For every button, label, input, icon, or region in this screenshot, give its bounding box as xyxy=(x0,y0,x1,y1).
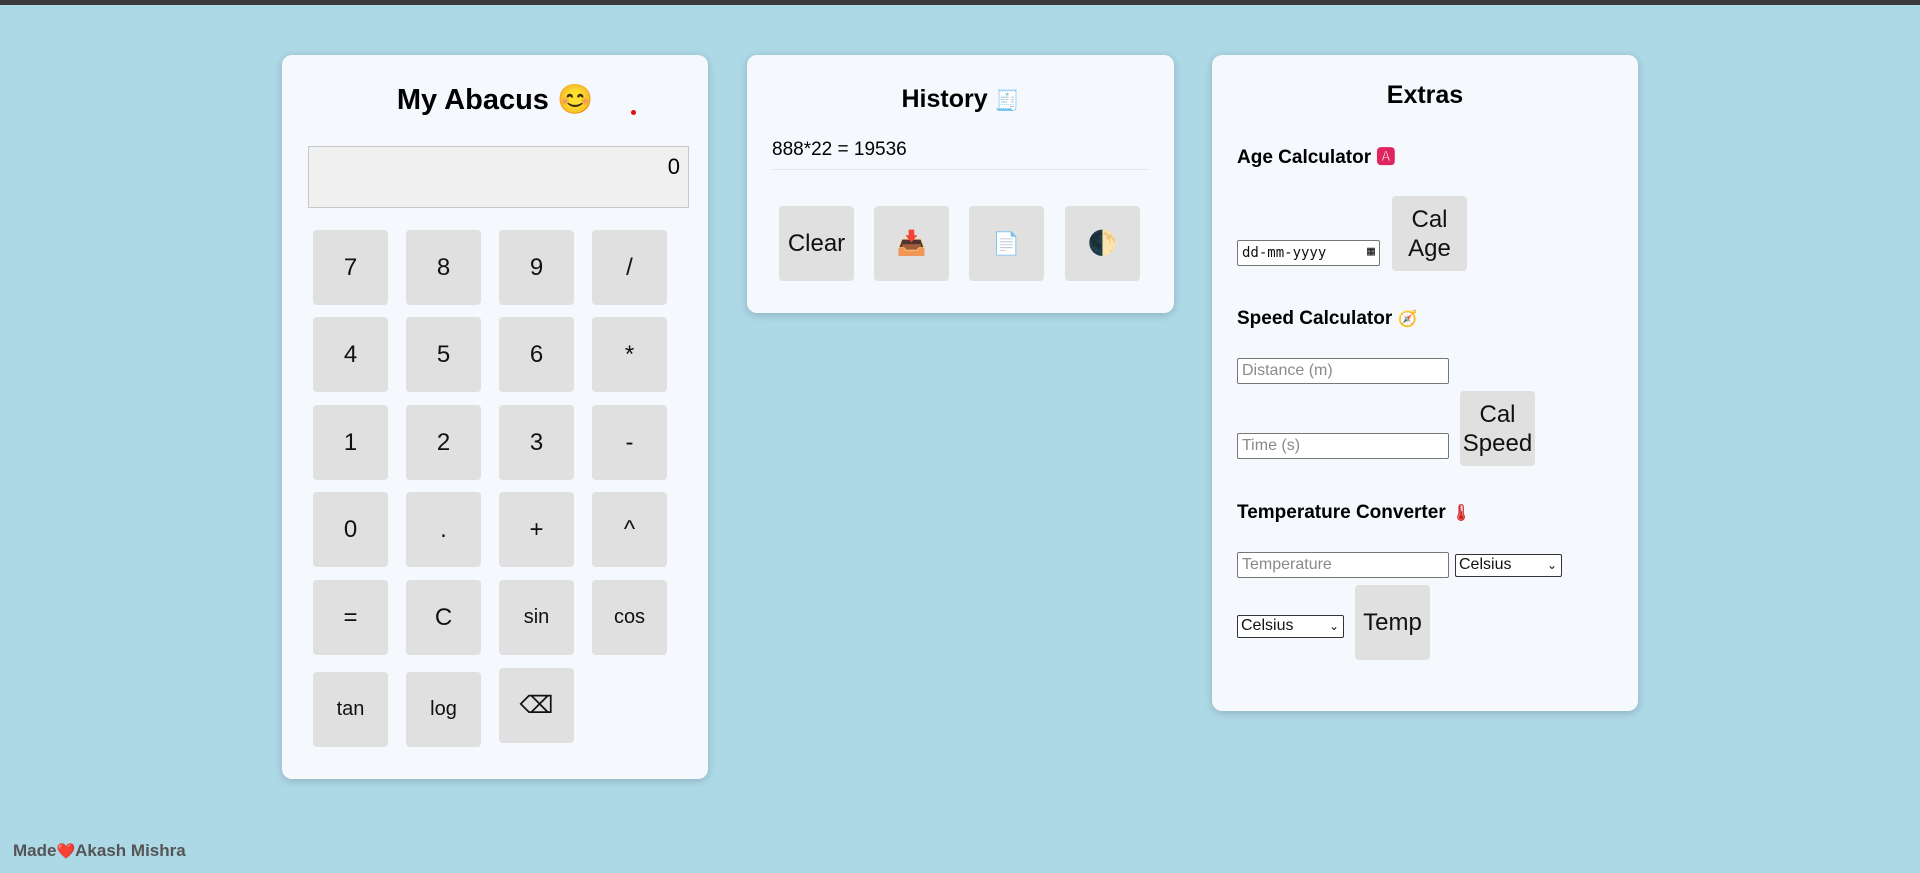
key-power[interactable]: ^ xyxy=(592,492,667,567)
key-7[interactable]: 7 xyxy=(313,230,388,305)
key-backspace[interactable]: ⌫ xyxy=(499,668,574,743)
key-4[interactable]: 4 xyxy=(313,317,388,392)
calculate-age-button[interactable]: Cal Age xyxy=(1392,196,1467,271)
key-add[interactable]: + xyxy=(499,492,574,567)
key-6[interactable]: 6 xyxy=(499,317,574,392)
key-equals[interactable]: = xyxy=(313,580,388,655)
calendar-icon: ▦ xyxy=(1367,244,1375,259)
convert-temperature-button[interactable]: Temp xyxy=(1355,585,1430,660)
thermometer-icon: 🌡 xyxy=(1451,505,1472,522)
key-log[interactable]: log xyxy=(406,672,481,747)
chevron-down-icon: ⌄ xyxy=(1546,558,1557,572)
clear-history-button[interactable]: Clear xyxy=(779,206,854,281)
receipt-icon: 🧾 xyxy=(994,90,1020,112)
key-subtract[interactable]: - xyxy=(592,405,667,480)
age-calculator-title-text: Age Calculator xyxy=(1237,147,1372,168)
temperature-converter-title-text: Temperature Converter xyxy=(1237,502,1446,523)
footer-author: Akash Mishra xyxy=(75,841,186,860)
key-multiply[interactable]: * xyxy=(592,317,667,392)
key-3[interactable]: 3 xyxy=(499,405,574,480)
key-8[interactable]: 8 xyxy=(406,230,481,305)
footer: Made❤️Akash Mishra xyxy=(13,841,186,861)
key-5[interactable]: 5 xyxy=(406,317,481,392)
key-2[interactable]: 2 xyxy=(406,405,481,480)
speed-calculator-title: Speed Calculator 🧭 xyxy=(1237,308,1417,330)
download-icon: 📥 xyxy=(896,230,927,257)
a-button-icon: 🅰 xyxy=(1376,147,1396,168)
extras-title: Extras xyxy=(1386,81,1464,109)
theme-toggle-button[interactable]: 🌓 xyxy=(1065,206,1140,281)
age-calculator-title: Age Calculator 🅰 xyxy=(1237,142,1395,169)
history-entry: 888*22 = 19536 xyxy=(772,139,1149,170)
heart-icon: ❤️ xyxy=(56,843,76,860)
key-0[interactable]: 0 xyxy=(313,492,388,567)
chevron-down-icon: ⌄ xyxy=(1328,619,1339,633)
export-document-button[interactable]: 📄 xyxy=(969,206,1044,281)
extras-card: Extras Age Calculator 🅰 dd-mm-yyyy ▦ Cal… xyxy=(1212,55,1638,711)
top-bar xyxy=(0,0,1920,5)
key-sin[interactable]: sin xyxy=(499,580,574,655)
key-cos[interactable]: cos xyxy=(592,580,667,655)
to-unit-select[interactable]: Celsius ⌄ xyxy=(1237,615,1344,638)
calculator-title: My Abacus 😊 xyxy=(282,83,708,117)
compass-icon: 🧭 xyxy=(1397,311,1418,328)
distance-input[interactable]: Distance (m) xyxy=(1237,358,1449,384)
from-unit-value: Celsius xyxy=(1459,556,1512,573)
key-clear[interactable]: C xyxy=(406,580,481,655)
footer-made-text: Made xyxy=(13,841,57,860)
speed-calculator-title-text: Speed Calculator xyxy=(1237,308,1393,329)
status-dot xyxy=(631,110,636,115)
calculate-speed-button[interactable]: Cal Speed xyxy=(1460,391,1535,466)
history-title: History 🧾 xyxy=(747,85,1174,114)
temperature-input[interactable]: Temperature xyxy=(1237,552,1449,578)
time-input[interactable]: Time (s) xyxy=(1237,433,1449,459)
key-decimal[interactable]: . xyxy=(406,492,481,567)
birthdate-field[interactable]: dd-mm-yyyy ▦ xyxy=(1237,240,1380,266)
smile-icon: 😊 xyxy=(556,84,594,116)
calculator-display: 0 xyxy=(308,146,689,208)
key-divide[interactable]: / xyxy=(592,230,667,305)
birthdate-placeholder: dd-mm-yyyy xyxy=(1242,245,1327,261)
key-9[interactable]: 9 xyxy=(499,230,574,305)
temperature-converter-title: Temperature Converter 🌡 xyxy=(1237,502,1471,524)
key-tan[interactable]: tan xyxy=(313,672,388,747)
to-unit-value: Celsius xyxy=(1241,617,1294,634)
key-1[interactable]: 1 xyxy=(313,405,388,480)
history-title-text: History xyxy=(901,85,988,113)
download-history-button[interactable]: 📥 xyxy=(874,206,949,281)
document-icon: 📄 xyxy=(992,230,1021,256)
calculator-card: My Abacus 😊 0 7 8 9 / 4 5 6 * 1 2 3 - 0 … xyxy=(282,55,708,779)
calculator-title-text: My Abacus xyxy=(396,84,549,116)
history-card: History 🧾 888*22 = 19536 Clear 📥 📄 🌓 xyxy=(747,55,1174,313)
from-unit-select[interactable]: Celsius ⌄ xyxy=(1455,554,1562,577)
theme-icon: 🌓 xyxy=(1087,230,1118,257)
